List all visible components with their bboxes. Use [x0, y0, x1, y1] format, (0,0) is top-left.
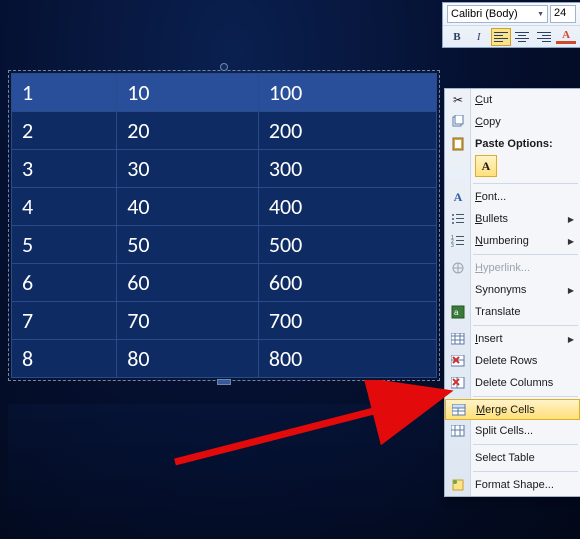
data-table: 1101002202003303004404005505006606007707… — [11, 73, 437, 378]
align-center-button[interactable] — [513, 28, 533, 46]
numbering-icon: 123 — [449, 233, 467, 249]
table-cell[interactable]: 40 — [117, 188, 259, 226]
table-cell[interactable]: 6 — [12, 264, 117, 302]
table-cell[interactable]: 70 — [117, 302, 259, 340]
align-right-icon — [537, 32, 551, 42]
table-cell[interactable]: 7 — [12, 302, 117, 340]
menu-item-delete-columns[interactable]: Delete Columns — [445, 372, 580, 394]
rotate-handle-icon[interactable] — [220, 63, 228, 71]
table-cell[interactable]: 20 — [117, 112, 259, 150]
font-size-select[interactable]: 24 — [550, 5, 576, 23]
menu-item-hyperlink: Hyperlink... — [445, 257, 580, 279]
menu-header-paste-options: Paste Options: — [445, 133, 580, 155]
menu-item-translate[interactable]: a Translate — [445, 301, 580, 323]
chevron-down-icon: ▼ — [537, 11, 544, 18]
align-right-button[interactable] — [534, 28, 554, 46]
table-cell[interactable]: 60 — [117, 264, 259, 302]
table-reflection — [8, 404, 440, 536]
hyperlink-icon — [449, 260, 467, 276]
menu-item-split-cells[interactable]: Split Cells... — [445, 420, 580, 442]
translate-icon: a — [449, 304, 467, 320]
table-cell[interactable]: 400 — [258, 188, 436, 226]
table-cell[interactable]: 800 — [258, 340, 436, 378]
table-cell[interactable]: 2 — [12, 112, 117, 150]
table-cell[interactable]: 500 — [258, 226, 436, 264]
align-left-button[interactable] — [491, 28, 511, 46]
menu-separator — [473, 254, 578, 255]
svg-text:3: 3 — [451, 243, 454, 247]
menu-separator — [473, 396, 578, 397]
menu-item-cut[interactable]: ✂ Cut — [445, 89, 580, 111]
menu-item-merge-cells[interactable]: Merge Cells — [445, 399, 580, 420]
menu-item-copy[interactable]: Copy — [445, 111, 580, 133]
delete-rows-icon — [449, 353, 467, 369]
align-center-icon — [515, 32, 529, 42]
context-menu: ✂ Cut Copy Paste Options: A A Font... Bu… — [444, 88, 580, 497]
format-shape-icon — [449, 477, 467, 493]
table-cell[interactable]: 3 — [12, 150, 117, 188]
bold-button[interactable]: B — [447, 28, 467, 46]
scissors-icon: ✂ — [449, 92, 467, 108]
table-cell[interactable]: 300 — [258, 150, 436, 188]
paste-keep-text-button[interactable]: A — [475, 155, 497, 177]
table-cell[interactable]: 200 — [258, 112, 436, 150]
font-icon: A — [449, 189, 467, 205]
font-size-value: 24 — [554, 7, 566, 19]
menu-item-insert[interactable]: Insert ▶ — [445, 328, 580, 350]
table-cell[interactable]: 4 — [12, 188, 117, 226]
table-cell[interactable]: 600 — [258, 264, 436, 302]
table-row[interactable]: 110100 — [12, 74, 437, 112]
merge-cells-icon — [450, 402, 468, 418]
menu-separator — [473, 325, 578, 326]
menu-item-font[interactable]: A Font... — [445, 186, 580, 208]
table-cell[interactable]: 10 — [117, 74, 259, 112]
font-color-button[interactable]: A — [556, 29, 576, 44]
move-handle-icon[interactable] — [217, 379, 231, 385]
font-family-select[interactable]: Calibri (Body) ▼ — [447, 5, 548, 23]
menu-separator — [473, 471, 578, 472]
split-cells-icon — [449, 423, 467, 439]
svg-text:a: a — [454, 308, 459, 317]
table-row[interactable]: 550500 — [12, 226, 437, 264]
table-container[interactable]: 1101002202003303004404005505006606007707… — [8, 70, 440, 381]
menu-separator — [473, 444, 578, 445]
paste-options-row: A — [445, 155, 580, 181]
table-row[interactable]: 660600 — [12, 264, 437, 302]
table-row[interactable]: 220200 — [12, 112, 437, 150]
font-family-value: Calibri (Body) — [451, 8, 518, 20]
table-insert-icon — [449, 331, 467, 347]
menu-item-numbering[interactable]: 123 Numbering ▶ — [445, 230, 580, 252]
align-left-icon — [494, 32, 508, 42]
chevron-right-icon: ▶ — [568, 335, 574, 344]
table-row[interactable]: 770700 — [12, 302, 437, 340]
chevron-right-icon: ▶ — [568, 215, 574, 224]
table-cell[interactable]: 30 — [117, 150, 259, 188]
copy-icon — [449, 114, 467, 130]
delete-columns-icon — [449, 375, 467, 391]
table-cell[interactable]: 5 — [12, 226, 117, 264]
table-cell[interactable]: 8 — [12, 340, 117, 378]
bullets-icon — [449, 211, 467, 227]
table-row[interactable]: 440400 — [12, 188, 437, 226]
menu-item-format-shape[interactable]: Format Shape... — [445, 474, 580, 496]
table-cell[interactable]: 1 — [12, 74, 117, 112]
menu-item-select-table[interactable]: Select Table — [445, 447, 580, 469]
menu-item-synonyms[interactable]: Synonyms ▶ — [445, 279, 580, 301]
table-cell[interactable]: 80 — [117, 340, 259, 378]
table-row[interactable]: 330300 — [12, 150, 437, 188]
table-row[interactable]: 880800 — [12, 340, 437, 378]
menu-item-delete-rows[interactable]: Delete Rows — [445, 350, 580, 372]
chevron-right-icon: ▶ — [568, 237, 574, 246]
table-cell[interactable]: 50 — [117, 226, 259, 264]
menu-separator — [473, 183, 578, 184]
italic-button[interactable]: I — [469, 28, 489, 46]
mini-toolbar: Calibri (Body) ▼ 24 B I A — [442, 2, 580, 48]
chevron-right-icon: ▶ — [568, 286, 574, 295]
menu-item-bullets[interactable]: Bullets ▶ — [445, 208, 580, 230]
table-cell[interactable]: 100 — [258, 74, 436, 112]
table-cell[interactable]: 700 — [258, 302, 436, 340]
clipboard-icon — [449, 136, 467, 152]
